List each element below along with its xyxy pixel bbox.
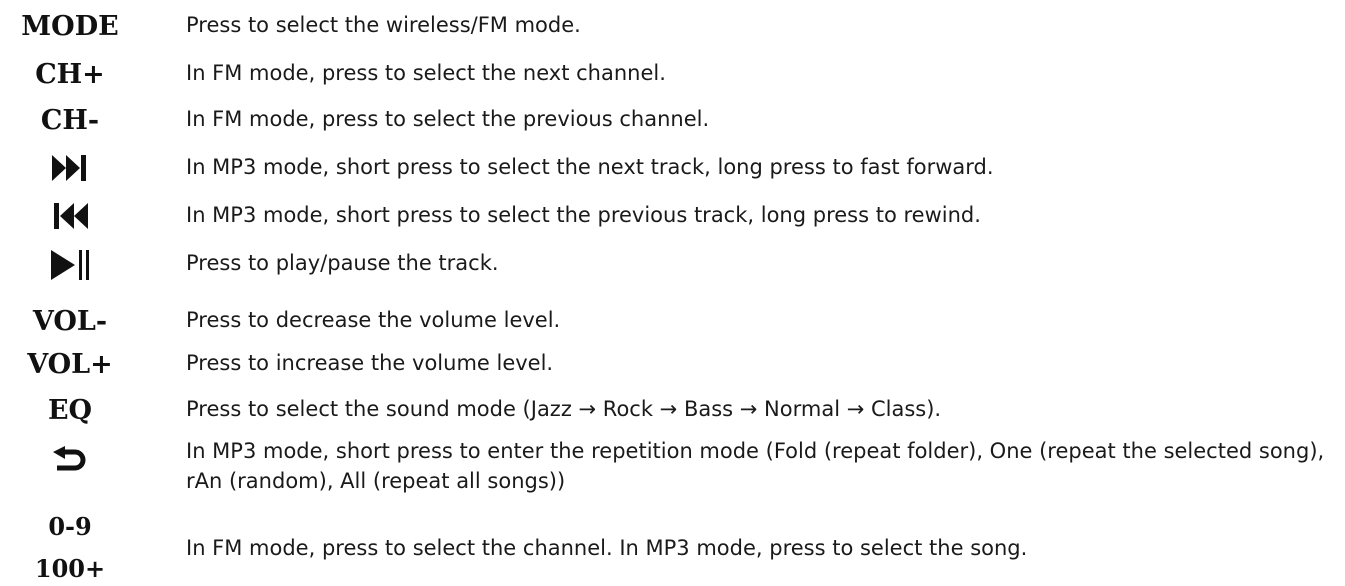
key-label-0-9: 0-9 — [48, 512, 92, 541]
key-label-eq: EQ — [47, 395, 93, 426]
key-label-100-plus: 100+ — [34, 554, 106, 583]
row-description: Press to select the wireless/FM mode. — [186, 13, 581, 37]
button-function-table: MODE Press to select the wireless/FM mod… — [0, 0, 1345, 585]
repeat-icon — [0, 446, 140, 476]
row-description: In MP3 mode, short press to enter the re… — [186, 439, 1325, 493]
key-label-ch-plus: CH+ — [35, 59, 105, 90]
row-description: Press to select the sound mode (Jazz → R… — [186, 397, 942, 421]
play-pause-icon — [0, 248, 140, 282]
key-label-vol-plus: VOL+ — [27, 349, 113, 380]
row-description: Press to increase the volume level. — [186, 351, 554, 375]
row-description: In FM mode, press to select the next cha… — [186, 61, 666, 85]
row-description: In MP3 mode, short press to select the p… — [186, 203, 981, 227]
next-track-icon — [0, 152, 140, 184]
key-label-ch-minus: CH- — [40, 105, 100, 136]
row-description: Press to play/pause the track. — [186, 251, 499, 275]
row-description: In FM mode, press to select the previous… — [186, 107, 710, 131]
row-description: In MP3 mode, short press to select the n… — [186, 155, 994, 179]
row-description: In FM mode, press to select the channel.… — [186, 536, 1028, 560]
key-label-vol-minus: VOL- — [32, 306, 108, 337]
key-label-mode: MODE — [21, 11, 119, 42]
row-description: Press to decrease the volume level. — [186, 308, 561, 332]
key-label-number-keys: 0-9 100+ — [0, 510, 140, 586]
previous-track-icon — [0, 200, 140, 232]
